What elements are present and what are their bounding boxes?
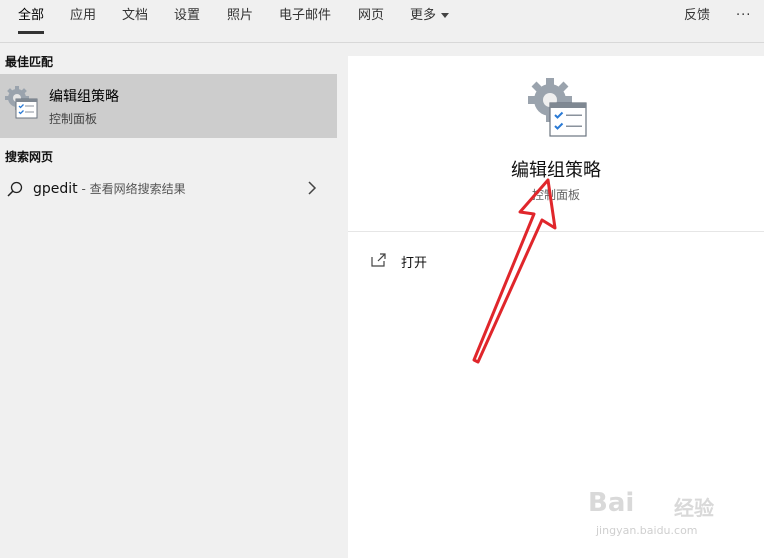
search-filter-tabs: 全部 应用 文档 设置 照片 电子邮件 网页 更多 反馈 ··· [0,0,764,43]
open-label: 打开 [401,256,428,271]
search-web-heading: 搜索网页 [5,150,54,164]
web-search-result[interactable]: gpedit - 查看网络搜索结果 [0,171,337,207]
group-policy-icon [528,78,587,137]
detail-subtitle: 控制面板 [531,188,580,202]
search-icon [7,181,23,197]
tab-photos[interactable]: 照片 [227,0,253,42]
tab-all[interactable]: 全部 [18,0,45,42]
best-match-title: 编辑组策略 [49,89,119,105]
detail-title: 编辑组策略 [511,160,601,181]
open-icon [371,253,386,267]
tab-web[interactable]: 网页 [358,0,384,42]
chevron-down-icon [441,13,450,18]
web-search-description: - 查看网络搜索结果 [77,182,186,196]
best-match-item[interactable]: 编辑组策略 控制面板 [0,74,337,138]
tab-more[interactable]: 更多 [410,0,450,42]
results-pane: 最佳匹配 编辑组策略 控制面板 搜索网页 gpedit - 查看网络搜索结果 [0,43,337,558]
tab-email[interactable]: 电子邮件 [279,0,331,42]
best-match-heading: 最佳匹配 [5,55,54,69]
divider [348,231,764,232]
more-options-button[interactable]: ··· [736,0,751,42]
chevron-right-icon[interactable] [306,180,318,196]
details-pane: 编辑组策略 控制面板 打开 [348,56,764,558]
tab-apps[interactable]: 应用 [70,0,96,42]
tab-settings[interactable]: 设置 [174,0,200,42]
group-policy-icon [5,86,38,119]
tab-documents[interactable]: 文档 [122,0,148,42]
tab-more-label: 更多 [410,8,437,23]
feedback-button[interactable]: 反馈 [684,0,710,42]
best-match-subtitle: 控制面板 [49,112,98,126]
web-search-query: gpedit [33,181,78,197]
